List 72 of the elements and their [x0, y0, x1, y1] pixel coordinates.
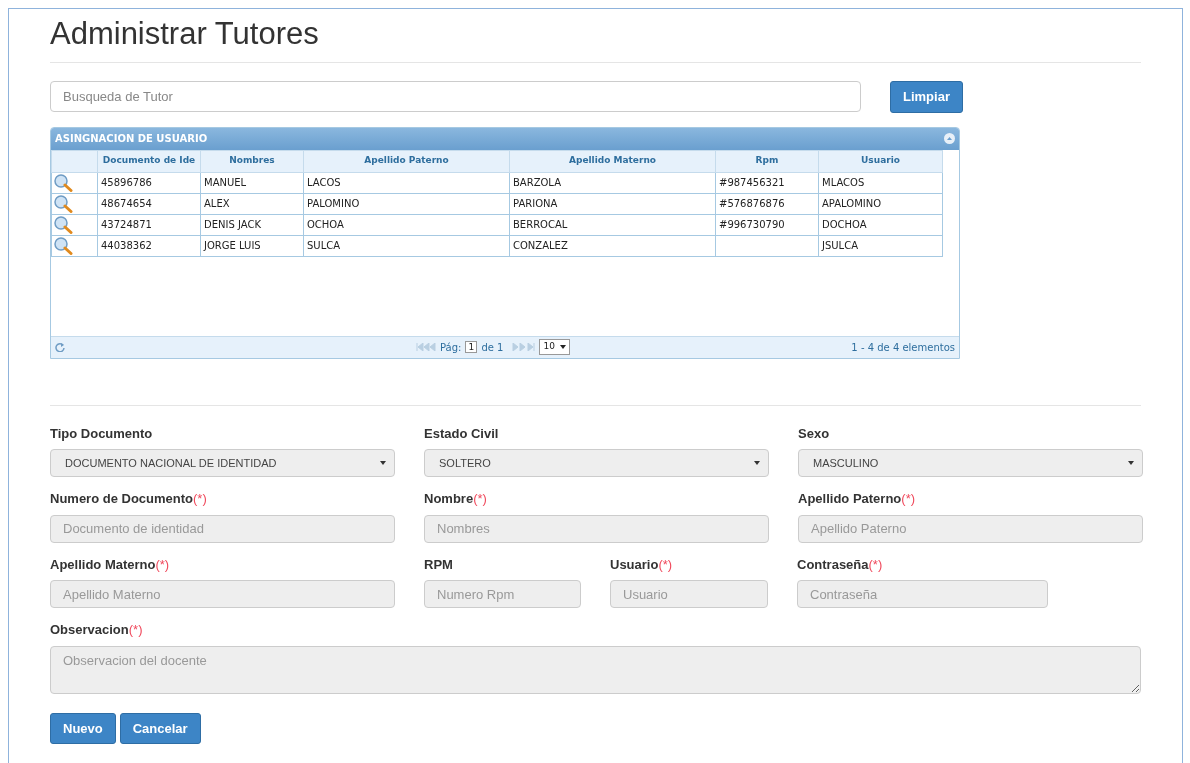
search-icon[interactable]	[54, 236, 73, 255]
clear-button[interactable]: Limpiar	[890, 81, 963, 113]
input-field[interactable]: Contraseña	[797, 580, 1048, 609]
table-cell: OCHOA	[307, 219, 344, 231]
table-cell: LACOS	[307, 177, 341, 189]
field-label: Sexo	[798, 424, 831, 443]
caret-icon	[380, 461, 386, 466]
caret-icon	[754, 461, 760, 466]
page-label: Pág:	[440, 340, 462, 355]
refresh-icon[interactable]	[55, 342, 65, 353]
input-field[interactable]: Usuario	[610, 580, 768, 609]
field-label: Contraseña(*)	[797, 555, 884, 574]
table-cell: PALOMINO	[307, 198, 360, 210]
table-cell: 44038362	[101, 240, 152, 252]
field-label: Tipo Documento	[50, 424, 154, 443]
input-field[interactable]: Apellido Paterno	[798, 514, 1143, 543]
column-header[interactable]: Nombres	[200, 150, 304, 173]
field-label: Usuario(*)	[610, 555, 674, 574]
table-cell: DENIS JACK	[204, 219, 261, 231]
table-cell: SULCA	[307, 240, 341, 252]
table-cell: JORGE LUIS	[204, 240, 261, 252]
table-cell: #576876876	[719, 198, 785, 210]
field-label: RPM	[424, 555, 454, 574]
field-label: Observacion(*)	[50, 621, 144, 640]
field-label: Apellido Paterno(*)	[798, 490, 916, 509]
table-cell: #987456321	[719, 177, 785, 189]
table-cell: JSULCA	[822, 240, 858, 252]
table-cell: DOCHOA	[822, 219, 867, 231]
input-field[interactable]: Apellido Materno	[50, 580, 395, 609]
search-icon[interactable]	[54, 194, 73, 213]
field-label: Nombre(*)	[424, 490, 488, 509]
table-cell: CONZALEZ	[513, 240, 568, 252]
search-field[interactable]: Busqueda de Tutor	[50, 81, 861, 113]
column-header[interactable]: Apellido Materno	[509, 150, 716, 173]
page-size-select[interactable]: 10	[539, 339, 570, 355]
table-cell: 45896786	[101, 177, 152, 189]
column-header[interactable]: Rpm	[715, 150, 819, 173]
caret-icon	[1128, 461, 1134, 466]
table-cell: #996730790	[719, 219, 785, 231]
page-count: de 1	[481, 340, 504, 355]
dropdown[interactable]: DOCUMENTO NACIONAL DE IDENTIDAD	[50, 449, 395, 478]
table-cell: MANUEL	[204, 177, 247, 189]
search-icon[interactable]	[54, 215, 73, 234]
grid-caption: ASINGNACION DE USUARIO	[55, 132, 208, 147]
form-button[interactable]: Nuevo	[50, 712, 116, 745]
table-cell: BARZOLA	[513, 177, 561, 189]
table-cell: MLACOS	[822, 177, 865, 189]
form-button[interactable]: Cancelar	[119, 712, 201, 745]
table-cell: 43724871	[101, 219, 152, 231]
table-cell: 48674654	[101, 198, 152, 210]
record-summary: 1 - 4 de 4 elementos	[851, 340, 955, 355]
caret-icon	[559, 344, 566, 349]
dropdown[interactable]: SOLTERO	[424, 449, 769, 478]
column-header[interactable]: Usuario	[818, 150, 943, 173]
page-field[interactable]: 1	[465, 341, 478, 354]
column-header[interactable]: Documento de Ide	[97, 150, 201, 173]
table-cell: APALOMINO	[822, 198, 882, 210]
collapse-icon[interactable]	[944, 133, 955, 145]
input-field[interactable]: Documento de identidad	[50, 514, 395, 543]
field-label: Estado Civil	[424, 424, 500, 443]
text-area[interactable]: Observacion del docente	[50, 645, 1141, 694]
input-field[interactable]: Numero Rpm	[424, 580, 581, 609]
field-label: Numero de Documento(*)	[50, 490, 208, 509]
table-cell: PARIONA	[513, 198, 558, 210]
table-cell: BERROCAL	[513, 219, 568, 231]
table-cell: ALEX	[204, 198, 230, 210]
field-label: Apellido Materno(*)	[50, 555, 171, 574]
input-field[interactable]: Nombres	[424, 514, 769, 543]
search-icon[interactable]	[54, 173, 73, 192]
column-header[interactable]: Apellido Paterno	[303, 150, 510, 173]
page-title: Administrar Tutores	[50, 15, 320, 53]
dropdown[interactable]: MASCULINO	[798, 449, 1143, 478]
